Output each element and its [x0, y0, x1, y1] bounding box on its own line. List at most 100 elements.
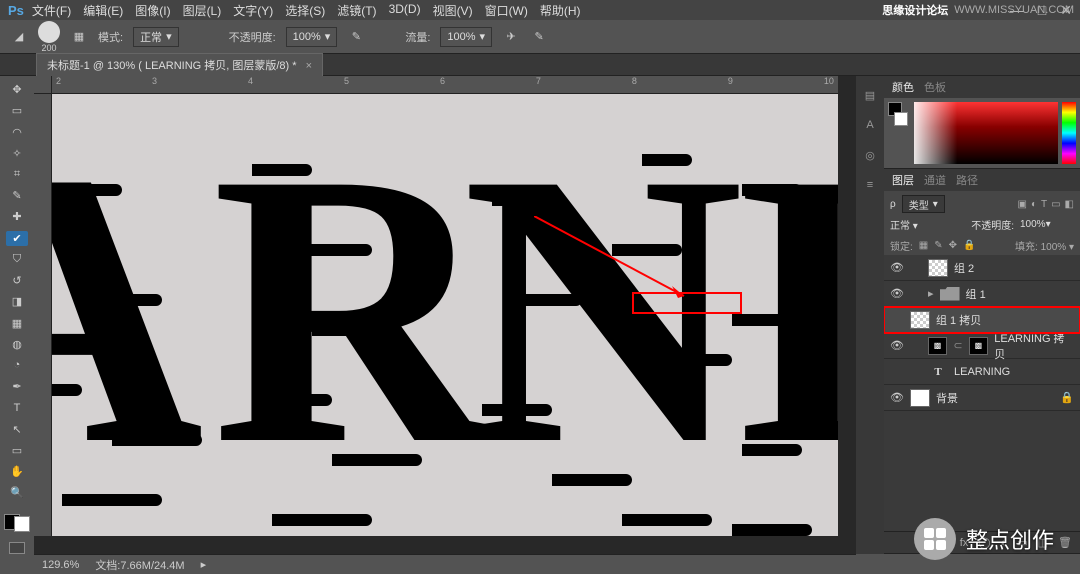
options-bar: ◢ 200 ▦ 模式: 正常 ▾ 不透明度: 100% ▾ ✎ 流量: 100%… [0, 20, 1080, 54]
lasso-tool[interactable]: ◠ [6, 124, 28, 139]
menu-layer[interactable]: 图层(L) [183, 2, 222, 19]
opacity-field[interactable]: 100% ▾ [286, 27, 338, 47]
layer-row[interactable]: 👁 背景 🔒 [884, 385, 1080, 411]
filter-image-icon[interactable]: ▣ [1017, 199, 1026, 210]
move-tool[interactable]: ✥ [6, 82, 28, 97]
tool-preset-icon[interactable]: ◢ [10, 28, 28, 46]
visibility-icon[interactable]: 👁 [890, 391, 904, 404]
layer-row[interactable]: 👁 ▸ 组 1 [884, 281, 1080, 307]
lock-all-icon[interactable]: 🔒 [963, 240, 975, 251]
menu-help[interactable]: 帮助(H) [540, 2, 581, 19]
status-arrow-icon[interactable]: ▸ [201, 558, 207, 571]
visibility-icon[interactable]: 👁 [890, 261, 904, 274]
menu-select[interactable]: 选择(S) [285, 2, 325, 19]
lock-trans-icon[interactable]: ▦ [919, 240, 928, 251]
layer-name[interactable]: LEARNING [954, 366, 1010, 378]
document-tab[interactable]: 未标题-1 @ 130% ( LEARNING 拷贝, 图层蒙版/8) * × [36, 53, 323, 76]
layer-blend-select[interactable]: 正常 ▾ [890, 217, 965, 232]
dodge-tool[interactable]: ◔ [6, 358, 28, 373]
color-field[interactable] [914, 102, 1058, 164]
brush-panel-icon[interactable]: ▦ [70, 28, 88, 46]
crop-tool[interactable]: ⌗ [6, 167, 28, 182]
flow-field[interactable]: 100% ▾ [440, 27, 492, 47]
shape-tool[interactable]: ▭ [6, 443, 28, 458]
tab-swatches[interactable]: 色板 [924, 79, 946, 95]
visibility-icon[interactable]: 👁 [890, 287, 904, 300]
menu-filter[interactable]: 滤镜(T) [337, 2, 376, 19]
zoom-tool[interactable]: 🔍 [6, 485, 28, 500]
history-brush-tool[interactable]: ↺ [6, 273, 28, 288]
tab-channels[interactable]: 通道 [924, 172, 946, 188]
zoom-level[interactable]: 129.6% [42, 559, 79, 571]
color-panel[interactable] [884, 98, 1080, 168]
layer-name[interactable]: 背景 [936, 390, 958, 406]
libraries-icon[interactable]: ◎ [859, 144, 881, 166]
layer-name[interactable]: 组 1 [966, 286, 986, 302]
layer-name[interactable]: 组 2 [954, 260, 974, 276]
pressure-opacity-icon[interactable]: ✎ [347, 28, 365, 46]
blur-tool[interactable]: ◍ [6, 337, 28, 352]
delete-icon[interactable]: 🗑 [1058, 536, 1072, 549]
layer-row[interactable]: T LEARNING [884, 359, 1080, 385]
magic-wand-tool[interactable]: ✧ [6, 146, 28, 161]
properties-panel-icon[interactable]: ≡ [859, 174, 881, 196]
layer-row[interactable]: 👁 组 2 [884, 255, 1080, 281]
layer-name[interactable]: LEARNING 拷贝 [994, 330, 1074, 362]
type-layer-icon[interactable]: T [928, 366, 948, 378]
stamp-tool[interactable]: ⛉ [6, 252, 28, 267]
tab-color[interactable]: 颜色 [892, 79, 914, 95]
canvas[interactable]: A R N I [52, 94, 838, 536]
menu-file[interactable]: 文件(F) [32, 2, 71, 19]
filter-shape-icon[interactable]: ▭ [1051, 199, 1060, 210]
ruler-horizontal: 2345678910 [52, 76, 838, 94]
layer-mask[interactable]: ▩ [969, 337, 989, 355]
menu-view[interactable]: 视图(V) [433, 2, 473, 19]
blend-mode-select[interactable]: 正常 ▾ [133, 27, 179, 47]
marquee-tool[interactable]: ▭ [6, 103, 28, 118]
menu-3d[interactable]: 3D(D) [389, 2, 421, 19]
type-tool[interactable]: T [6, 400, 28, 415]
menu-type[interactable]: 文字(Y) [233, 2, 273, 19]
layer-thumb[interactable]: ▩ [928, 337, 948, 355]
layer-row[interactable]: 👁 ▩ ⊂ ▩ LEARNING 拷贝 [884, 333, 1080, 359]
filter-adjust-icon[interactable]: ◐ [1031, 199, 1037, 210]
path-select-tool[interactable]: ↖ [6, 422, 28, 437]
expand-icon[interactable]: ▸ [928, 287, 934, 300]
eraser-tool[interactable]: ◨ [6, 294, 28, 309]
layer-thumb[interactable] [928, 259, 948, 277]
layer-thumb[interactable] [910, 389, 930, 407]
tab-paths[interactable]: 路径 [956, 172, 978, 188]
layer-filter-select[interactable]: 类型 ▾ [902, 195, 945, 213]
airbrush-icon[interactable]: ✈ [502, 28, 520, 46]
layer-opacity-field[interactable]: 100%▾ [1020, 219, 1074, 230]
lock-pos-icon[interactable]: ✥ [949, 240, 957, 251]
layer-thumb[interactable] [910, 311, 930, 329]
quickmask-icon[interactable] [9, 542, 25, 554]
status-bar: 129.6% 文档:7.66M/24.4M ▸ [34, 554, 856, 574]
brush-preview-icon[interactable] [38, 21, 60, 43]
history-panel-icon[interactable]: ▤ [859, 84, 881, 106]
gradient-tool[interactable]: ▦ [6, 315, 28, 330]
filter-smart-icon[interactable]: ◧ [1065, 199, 1074, 210]
brush-tool[interactable]: ✔ [6, 231, 28, 246]
lock-image-icon[interactable]: ✎ [934, 240, 942, 251]
healing-tool[interactable]: ✚ [6, 209, 28, 224]
brush-size-label: 200 [41, 43, 56, 53]
menu-window[interactable]: 窗口(W) [485, 2, 528, 19]
hand-tool[interactable]: ✋ [6, 464, 28, 479]
visibility-icon[interactable]: 👁 [890, 339, 904, 352]
tab-layers[interactable]: 图层 [892, 172, 914, 188]
pen-tool[interactable]: ✒ [6, 379, 28, 394]
color-swatches[interactable] [4, 514, 30, 532]
layer-name[interactable]: 组 1 拷贝 [936, 312, 981, 328]
lock-label: 锁定: [890, 238, 913, 253]
char-panel-icon[interactable]: A [859, 114, 881, 136]
menu-image[interactable]: 图像(I) [135, 2, 170, 19]
hue-slider[interactable] [1062, 102, 1076, 164]
folder-icon[interactable] [940, 287, 960, 301]
filter-type-icon[interactable]: T [1041, 199, 1047, 210]
eyedropper-tool[interactable]: ✎ [6, 188, 28, 203]
tab-close-icon[interactable]: × [306, 60, 312, 72]
menu-edit[interactable]: 编辑(E) [83, 2, 123, 19]
pressure-size-icon[interactable]: ✎ [530, 28, 548, 46]
